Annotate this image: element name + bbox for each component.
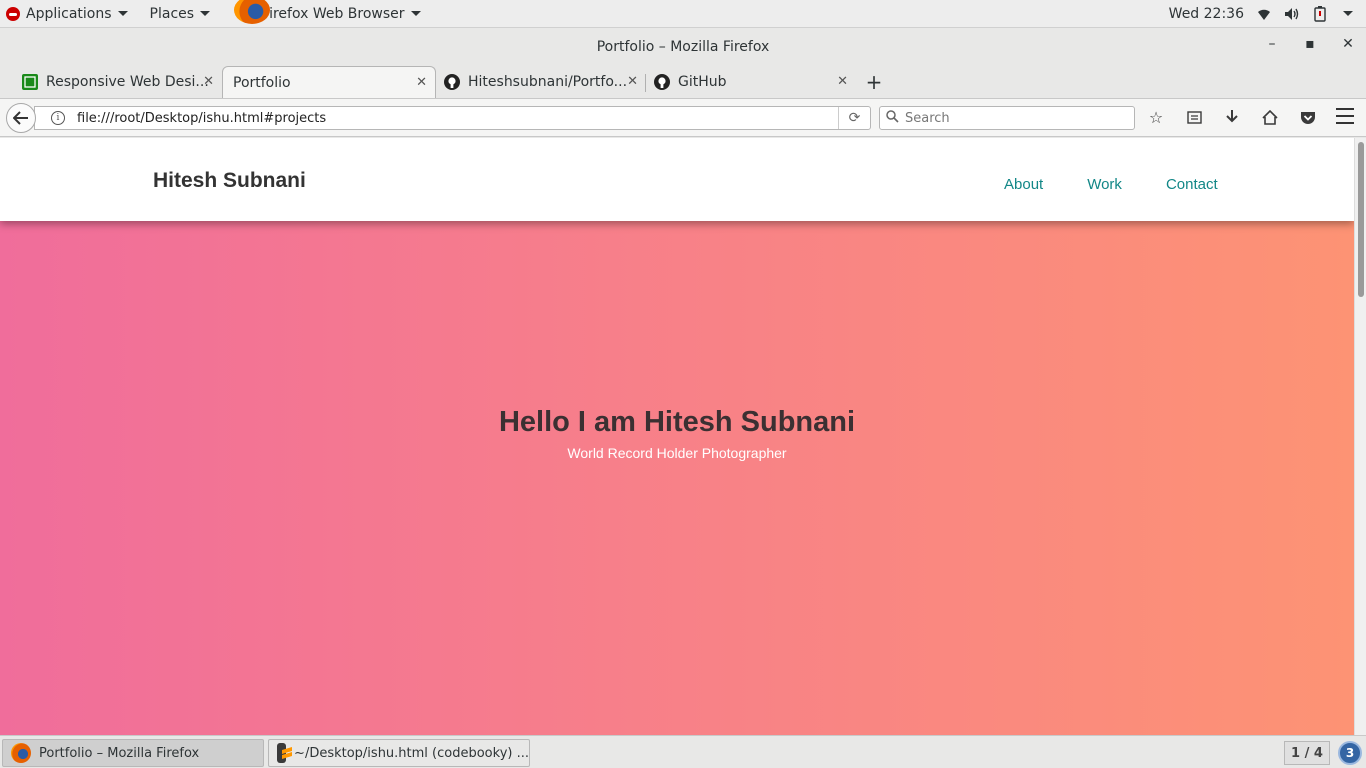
tab-strip: Responsive Web Desi... ✕ Portfolio ✕ Hit… — [0, 66, 1366, 98]
scrollbar-thumb[interactable] — [1358, 142, 1364, 297]
close-button[interactable]: ✕ — [1340, 36, 1356, 52]
gnome-top-bar: Applications Places Firefox Web Browser … — [0, 0, 1366, 28]
applications-menu[interactable]: Applications — [20, 0, 134, 28]
hero-subtitle: World Record Holder Photographer — [567, 445, 787, 461]
clock[interactable]: Wed 22:36 — [1169, 6, 1244, 22]
bottom-taskbar: Portfolio – Mozilla Firefox ~/Desktop/is… — [0, 735, 1366, 768]
system-menu-caret — [1343, 11, 1353, 16]
navigation-toolbar: i file:///root/Desktop/ishu.html#project… — [0, 98, 1366, 137]
nav-link-contact[interactable]: Contact — [1166, 176, 1218, 193]
chevron-down-icon[interactable] — [1340, 6, 1356, 22]
menu-line — [1336, 122, 1354, 124]
chevron-down-icon — [117, 11, 128, 16]
info-icon[interactable]: i — [51, 111, 65, 125]
app-menu-label: Firefox Web Browser — [262, 5, 405, 22]
tab-github[interactable]: GitHub ✕ — [646, 66, 856, 98]
task-firefox-window[interactable]: Portfolio – Mozilla Firefox — [2, 739, 264, 767]
hamburger-menu-icon[interactable] — [1336, 108, 1354, 124]
places-menu[interactable]: Places — [144, 0, 217, 28]
search-input[interactable]: Search — [879, 106, 1135, 130]
volume-icon[interactable] — [1284, 6, 1300, 22]
wifi-icon[interactable] — [1256, 6, 1272, 22]
green-site-favicon-icon — [22, 74, 38, 90]
hero-title: Hello I am Hitesh Subnani — [498, 406, 856, 438]
back-arrow-icon — [13, 111, 28, 125]
back-button[interactable] — [6, 103, 36, 133]
close-icon[interactable]: ✕ — [837, 74, 848, 89]
redhat-icon — [6, 6, 20, 21]
battery-icon[interactable] — [1312, 5, 1328, 22]
tab-responsive-web-design[interactable]: Responsive Web Desi... ✕ — [0, 66, 222, 98]
nav-link-about[interactable]: About — [1004, 176, 1043, 193]
hero-section: Hello I am Hitesh Subnani World Record H… — [0, 221, 1354, 735]
bookmark-star-icon[interactable]: ☆ — [1146, 107, 1166, 127]
url-bar[interactable]: i file:///root/Desktop/ishu.html#project… — [34, 106, 871, 130]
task-label: Portfolio – Mozilla Firefox — [39, 745, 200, 761]
tab-label: GitHub — [678, 74, 727, 90]
close-icon[interactable]: ✕ — [416, 75, 427, 90]
app-menu[interactable]: Firefox Web Browser — [256, 0, 427, 28]
chevron-down-icon — [410, 11, 421, 16]
search-icon — [886, 109, 899, 127]
notification-badge[interactable]: 3 — [1338, 741, 1362, 765]
firefox-icon — [11, 743, 31, 763]
tab-label: Hiteshsubnani/Portfo... — [468, 74, 628, 90]
download-icon[interactable] — [1222, 107, 1242, 127]
reload-icon[interactable]: ⟳ — [838, 107, 870, 129]
workspace-indicator[interactable]: 1 / 4 — [1284, 741, 1330, 765]
maximize-button[interactable]: ▪ — [1302, 36, 1318, 52]
window-title: Portfolio – Mozilla Firefox — [596, 39, 770, 55]
site-header: Hitesh Subnani About Work Contact — [0, 138, 1354, 221]
tab-label: Portfolio — [233, 74, 291, 91]
nav-link-work[interactable]: Work — [1087, 176, 1122, 193]
site-nav: About Work Contact — [1004, 176, 1218, 193]
menu-line — [1336, 108, 1354, 110]
pocket-icon[interactable] — [1298, 107, 1318, 127]
sublime-text-icon — [277, 743, 292, 763]
tab-label: Responsive Web Desi... — [46, 74, 209, 90]
task-editor-window[interactable]: ~/Desktop/ishu.html (codebooky) ... — [268, 739, 530, 767]
page-scrollbar[interactable] — [1354, 138, 1366, 735]
github-icon — [444, 74, 460, 90]
applications-menu-label: Applications — [26, 5, 112, 22]
places-menu-label: Places — [149, 5, 195, 22]
new-tab-button[interactable]: + — [864, 70, 884, 94]
menu-line — [1336, 115, 1354, 117]
site-brand[interactable]: Hitesh Subnani — [153, 169, 306, 193]
search-placeholder: Search — [905, 110, 950, 126]
window-titlebar: Portfolio – Mozilla Firefox – ▪ ✕ — [0, 28, 1366, 66]
tab-portfolio[interactable]: Portfolio ✕ — [222, 66, 436, 98]
task-label: ~/Desktop/ishu.html (codebooky) ... — [294, 745, 529, 761]
page-viewport: Hitesh Subnani About Work Contact Hello … — [0, 138, 1354, 735]
chevron-down-icon — [200, 11, 211, 16]
close-icon[interactable]: ✕ — [203, 74, 214, 89]
url-text[interactable]: file:///root/Desktop/ishu.html#projects — [77, 111, 838, 126]
home-icon[interactable] — [1260, 107, 1280, 127]
github-icon — [654, 74, 670, 90]
minimize-button[interactable]: – — [1264, 36, 1280, 52]
tab-hiteshsubnani-portfolio[interactable]: Hiteshsubnani/Portfo... ✕ — [436, 66, 646, 98]
close-icon[interactable]: ✕ — [627, 74, 638, 89]
bookmarks-list-icon[interactable] — [1184, 107, 1204, 127]
